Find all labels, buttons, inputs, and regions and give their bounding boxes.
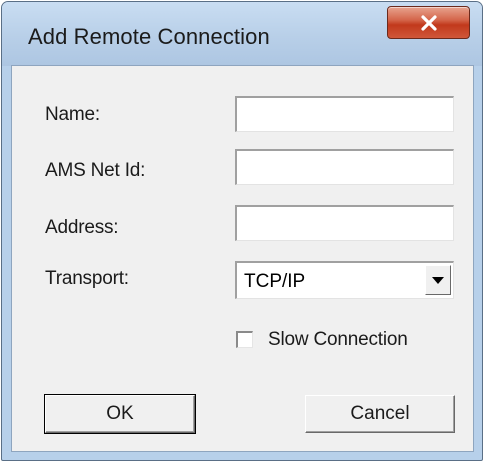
ams-net-id-label: AMS Net Id: — [45, 160, 146, 181]
transport-label: Transport: — [45, 268, 129, 289]
name-input[interactable] — [235, 96, 454, 132]
cancel-button[interactable]: Cancel — [305, 395, 455, 433]
ams-net-id-input[interactable] — [235, 149, 454, 185]
transport-selected-value: TCP/IP — [244, 271, 306, 292]
slow-connection-label: Slow Connection — [268, 329, 408, 350]
dialog-body: Name: AMS Net Id: Address: Transport: TC… — [11, 65, 474, 452]
dialog-title: Add Remote Connection — [28, 24, 270, 49]
address-label: Address: — [45, 217, 119, 238]
ok-button[interactable]: OK — [44, 394, 196, 434]
add-remote-connection-dialog: Add Remote Connection Name: AMS Net Id: … — [1, 1, 483, 461]
close-icon — [420, 14, 438, 31]
close-button[interactable] — [387, 6, 470, 39]
address-input[interactable] — [235, 205, 454, 241]
transport-select[interactable]: TCP/IP — [235, 261, 454, 299]
dropdown-button[interactable] — [425, 265, 451, 295]
slow-connection-checkbox[interactable] — [236, 331, 253, 348]
title-bar[interactable]: Add Remote Connection — [2, 2, 482, 66]
chevron-down-icon — [432, 276, 444, 284]
name-label: Name: — [45, 104, 100, 125]
